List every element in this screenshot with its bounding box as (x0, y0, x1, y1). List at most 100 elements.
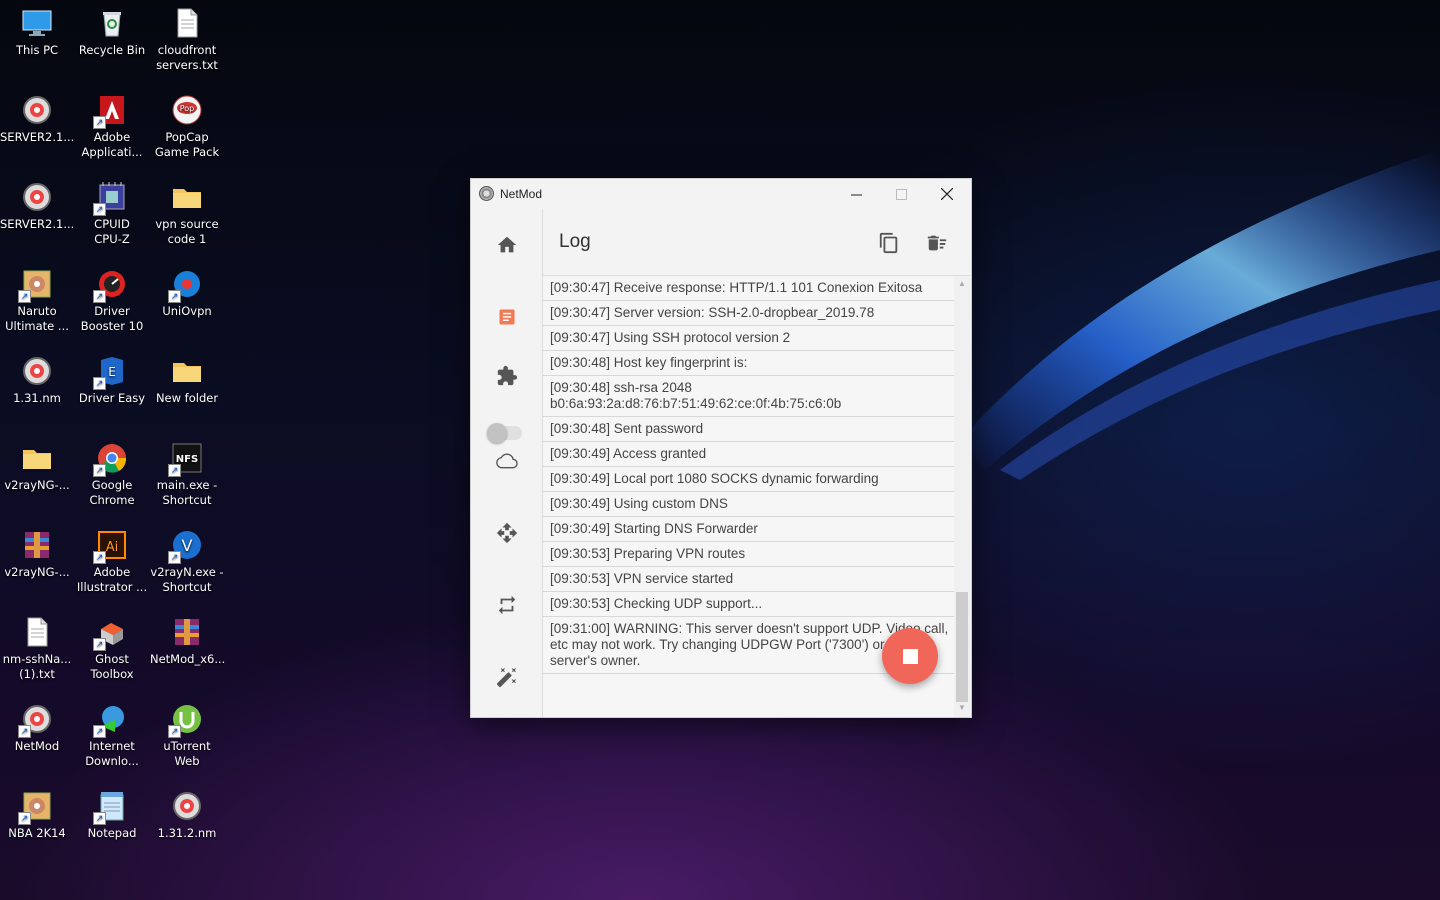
desktop-icon[interactable]: ↗ Driver Booster 10 (75, 267, 149, 334)
desktop-icon-label: Ghost Toolbox (90, 652, 134, 681)
desktop-icon[interactable]: 1.31.nm (0, 354, 74, 406)
puzzle-icon (497, 365, 518, 386)
desktop-icon[interactable]: ↗ CPUID CPU-Z (75, 180, 149, 247)
sidebar-repeat-button[interactable] (491, 589, 523, 621)
desktop-icon-label: Adobe Applicati... (81, 130, 143, 159)
desktop-icon[interactable]: v2rayNG-... (0, 441, 74, 493)
desktop-icon-label: nm-sshNa... (1).txt (2, 652, 72, 681)
log-entry: [09:30:47] Receive response: HTTP/1.1 10… (543, 276, 954, 301)
desktop-icon[interactable]: ↗ NetMod (0, 702, 74, 754)
nfs-icon: NFS ↗ (168, 441, 204, 477)
desktop-icon-label: NetMod_x6... (150, 652, 226, 666)
log-entry: [09:30:48] Sent password (543, 417, 954, 442)
recycle-bin-icon (95, 6, 129, 40)
desktop-icon[interactable]: Recycle Bin (75, 6, 149, 58)
v2rayn-icon: V ↗ (168, 528, 204, 564)
maximize-icon (896, 188, 907, 200)
maximize-button[interactable] (879, 179, 924, 209)
svg-text:Ai: Ai (106, 540, 119, 555)
shortcut-arrow-icon: ↗ (18, 812, 31, 825)
sidebar-home-button[interactable] (491, 229, 523, 261)
idm-icon: ↗ (93, 702, 129, 738)
ghost-toolbox-icon: ↗ (93, 615, 129, 651)
desktop-icon[interactable]: nm-sshNa... (1).txt (0, 615, 74, 682)
log-entry: [09:30:47] Using SSH protocol version 2 (543, 326, 954, 351)
stop-vpn-button[interactable] (882, 628, 938, 684)
shortcut-arrow-icon: ↗ (93, 551, 106, 564)
desktop-icon[interactable]: E ↗ Driver Easy (75, 354, 149, 406)
scroll-down-icon[interactable]: ▼ (957, 703, 967, 713)
notepad-icon: ↗ (93, 789, 129, 825)
sidebar-plugins-button[interactable] (491, 360, 523, 392)
netmod-config-icon (20, 93, 54, 127)
stop-icon (902, 648, 918, 664)
desktop-icon[interactable]: cloudfront servers.txt (150, 6, 224, 73)
sidebar-move-button[interactable] (491, 517, 523, 549)
desktop-icon[interactable]: ↗ Naruto Ultimate ... (0, 267, 74, 334)
netmod-config-icon (20, 354, 54, 388)
scroll-up-icon[interactable]: ▲ (957, 279, 967, 289)
illustrator-icon: Ai ↗ (93, 528, 129, 564)
copy-icon (879, 232, 898, 254)
log-entry: [09:30:49] Starting DNS Forwarder (543, 517, 954, 542)
shortcut-arrow-icon: ↗ (93, 203, 106, 216)
desktop-icon[interactable]: v2rayNG-... (0, 528, 74, 580)
page-header: Log (543, 209, 970, 276)
desktop-icon[interactable]: New folder (150, 354, 224, 406)
desktop-icon[interactable]: ↗ Adobe Applicati... (75, 93, 149, 160)
netmod-config-icon (170, 789, 204, 823)
desktop-icon[interactable]: ↗ NBA 2K14 (0, 789, 74, 841)
adobe-icon: ↗ (93, 93, 129, 129)
page-title: Log (559, 231, 591, 252)
desktop-icon[interactable]: V ↗ v2rayN.exe - Shortcut (150, 528, 224, 595)
desktop-icon[interactable]: ↗ Internet Downlo... (75, 702, 149, 769)
desktop-icon[interactable]: 1.31.2.nm (150, 789, 224, 841)
desktop-icon[interactable]: NFS ↗ main.exe - Shortcut (150, 441, 224, 508)
driver-easy-icon: E ↗ (93, 354, 129, 390)
folder-icon (20, 441, 54, 475)
desktop-icon[interactable]: Ai ↗ Adobe Illustrator ... (75, 528, 149, 595)
desktop-icon[interactable]: NetMod_x6... (150, 615, 226, 667)
copy-log-button[interactable] (875, 229, 903, 257)
desktop-icon[interactable]: SERVER2.1... (0, 180, 74, 232)
desktop-icon-label: Driver Easy (78, 391, 146, 405)
log-entry: [09:30:48] ssh-rsa 2048 b0:6a:93:2a:d8:7… (543, 376, 954, 417)
minimize-icon (851, 194, 862, 195)
desktop-icon[interactable]: Pop PopCap Game Pack (150, 93, 224, 160)
netmod-config-icon (20, 180, 54, 214)
desktop-icon[interactable]: ↗ Google Chrome (75, 441, 149, 508)
desktop-icon[interactable]: ↗ Ghost Toolbox (75, 615, 149, 682)
desktop-icon[interactable]: This PC (0, 6, 74, 58)
sidebar-log-button[interactable] (491, 301, 523, 333)
sidebar-cloud-button[interactable] (491, 445, 523, 477)
clear-log-button[interactable] (923, 229, 951, 257)
desktop-icon-label: NBA 2K14 (8, 826, 66, 840)
scrollbar-thumb[interactable] (956, 592, 968, 702)
log-entry: [09:30:49] Using custom DNS (543, 492, 954, 517)
log-scrollbar[interactable]: ▲ ▼ (954, 276, 970, 717)
netmod-app-icon: ↗ (18, 702, 54, 738)
desktop-icon-label: Google Chrome (89, 478, 135, 507)
log-entry: [09:30:49] Access granted (543, 442, 954, 467)
desktop-icon[interactable]: ↗ UniOvpn (150, 267, 224, 319)
close-button[interactable] (924, 179, 969, 209)
sidebar-tools-button[interactable] (491, 661, 523, 693)
desktop-icon[interactable]: ↗ uTorrent Web (150, 702, 224, 769)
title-bar[interactable]: NetMod (471, 179, 971, 209)
plugins-toggle[interactable] (487, 423, 522, 443)
log-entry: [09:30:48] Host key fingerprint is: (543, 351, 954, 376)
desktop-icon-label: NetMod (14, 739, 60, 753)
delete-sweep-icon (927, 235, 947, 251)
minimize-button[interactable] (834, 179, 879, 209)
magic-wand-icon (496, 667, 517, 688)
desktop-icon[interactable]: vpn source code 1 (150, 180, 224, 247)
archive-icon (170, 615, 204, 649)
log-icon (499, 309, 515, 325)
desktop-icon-label: cloudfront servers.txt (156, 43, 218, 72)
shortcut-arrow-icon: ↗ (93, 464, 106, 477)
desktop-icon[interactable]: ↗ Notepad (75, 789, 149, 841)
desktop-icon[interactable]: SERVER2.1... (0, 93, 74, 145)
desktop-icon-label: UniOvpn (162, 304, 212, 318)
desktop-icon-label: Adobe Illustrator ... (76, 565, 148, 594)
game-icon: ↗ (18, 789, 54, 825)
